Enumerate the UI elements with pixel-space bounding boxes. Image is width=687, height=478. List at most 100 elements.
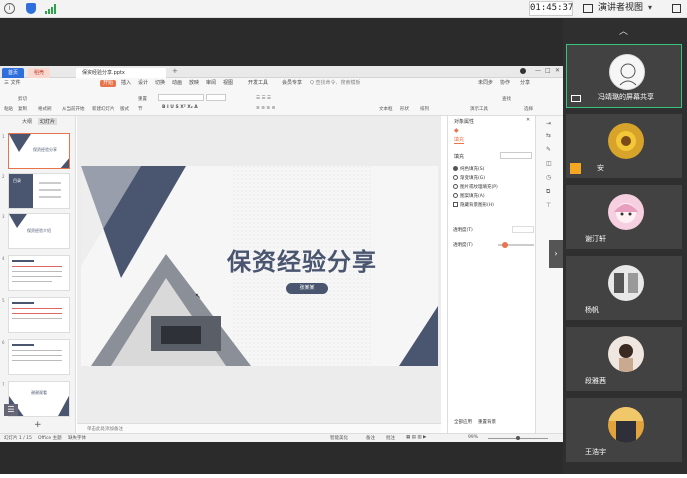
textbox-button[interactable]: 文本框 bbox=[379, 106, 393, 112]
reset-bg-button[interactable]: 重置背景 bbox=[478, 419, 496, 425]
collab-button[interactable]: 协作 bbox=[500, 80, 510, 87]
menu-review[interactable]: 审阅 bbox=[206, 80, 216, 87]
apply-all-button[interactable]: 全部应用 bbox=[454, 419, 472, 425]
shape-button[interactable]: 形状 bbox=[400, 106, 409, 112]
presenter-icon bbox=[583, 4, 593, 13]
slider-handle[interactable] bbox=[502, 242, 508, 248]
sync-status[interactable]: 未同步 bbox=[478, 80, 493, 87]
arrange-button[interactable]: 排列 bbox=[420, 106, 429, 112]
bold-button[interactable]: B I U S X² X₂ A bbox=[162, 105, 198, 110]
menu-view[interactable]: 视图 bbox=[223, 80, 233, 87]
slide-thumbnail[interactable]: 保资经验分享 bbox=[8, 133, 70, 169]
notes-bar[interactable]: 单击此处添加备注 bbox=[77, 423, 441, 433]
share-button[interactable]: 分享 bbox=[520, 80, 530, 87]
tab-document[interactable]: 保资经验分享.pptx bbox=[76, 68, 166, 78]
radio-gradient[interactable] bbox=[453, 175, 458, 180]
hide-bg-checkbox[interactable] bbox=[453, 202, 458, 207]
align-button[interactable]: ≡ ≡ ≡ ≡ bbox=[256, 106, 275, 111]
menu-design[interactable]: 设计 bbox=[138, 80, 148, 87]
add-tab-icon[interactable]: + bbox=[172, 67, 178, 75]
radio-solid[interactable] bbox=[453, 166, 458, 171]
slide-thumbnail[interactable]: 目录 bbox=[8, 173, 70, 209]
menu-icon[interactable]: ☰ bbox=[4, 404, 18, 416]
slide-title[interactable]: 保资经验分享 bbox=[227, 242, 377, 277]
participant-tile[interactable]: 冯靖璐的屏幕共享 bbox=[566, 44, 682, 108]
menu-insert[interactable]: 插入 bbox=[121, 80, 131, 87]
menu-home[interactable]: 开始 bbox=[100, 80, 117, 87]
view-buttons[interactable]: ▦ ▤ ▥ ▶ bbox=[406, 435, 427, 440]
notes-toggle[interactable]: 备注 bbox=[366, 435, 375, 441]
smart-beautify-button[interactable]: 智能美化 bbox=[330, 435, 348, 441]
filter-icon[interactable]: ⊤ bbox=[546, 202, 551, 209]
radio-picture[interactable] bbox=[453, 184, 458, 189]
chevron-down-icon[interactable]: ▾ bbox=[648, 3, 652, 12]
tab-fill[interactable]: 填充 bbox=[454, 136, 465, 144]
expand-panel-button[interactable]: › bbox=[549, 240, 563, 268]
bullets-button[interactable]: ☰ ☰ ☰ bbox=[256, 96, 271, 101]
current-slide[interactable]: 保资经验分享 张某某 bbox=[81, 166, 438, 366]
participant-tile[interactable]: 段雅茜 bbox=[566, 327, 682, 391]
comments-toggle[interactable]: 批注 bbox=[386, 435, 395, 441]
slide-thumbnail[interactable] bbox=[8, 255, 70, 291]
reset-button[interactable]: 重置 bbox=[138, 96, 147, 102]
paste-button[interactable]: 粘贴 bbox=[4, 106, 13, 112]
fill-section-header[interactable]: 填充 bbox=[454, 153, 464, 160]
participant-tile[interactable]: 杨帆 bbox=[566, 256, 682, 320]
properties-icon[interactable]: ⇆ bbox=[546, 132, 551, 139]
slide-subtitle[interactable]: 张某某 bbox=[286, 283, 328, 294]
tab-slides[interactable]: 幻灯片 bbox=[38, 118, 58, 125]
menu-developer[interactable]: 开发工具 bbox=[248, 80, 268, 87]
chevron-up-icon[interactable]: ︿ bbox=[619, 24, 628, 37]
participant-tile[interactable]: 安 bbox=[566, 114, 682, 178]
tab-home[interactable]: 首页 bbox=[2, 68, 25, 78]
menu-animation[interactable]: 动画 bbox=[172, 80, 182, 87]
search-commands[interactable]: Q 查找命令、搜索模板 bbox=[310, 80, 361, 87]
close-icon[interactable]: ✕ bbox=[526, 117, 530, 123]
new-slide-button[interactable]: 新建幻灯片 bbox=[92, 106, 115, 112]
missing-font[interactable]: 缺失字体 bbox=[68, 435, 86, 441]
fullscreen-icon[interactable] bbox=[672, 4, 681, 13]
slide-thumbnail[interactable] bbox=[8, 297, 70, 333]
layout-button[interactable]: 版式 bbox=[120, 106, 129, 112]
animation-icon[interactable]: ◫ bbox=[546, 160, 552, 167]
shield-icon[interactable] bbox=[26, 3, 36, 14]
tab-outline[interactable]: 大纲 bbox=[22, 118, 32, 125]
tab-docer[interactable]: 稻壳 bbox=[28, 68, 51, 78]
zoom-handle[interactable] bbox=[516, 436, 520, 440]
layers-icon[interactable]: ⧉ bbox=[546, 188, 550, 196]
cut-button[interactable]: 剪切 bbox=[18, 96, 27, 102]
copy-button[interactable]: 复制 bbox=[18, 106, 27, 112]
zoom-level[interactable]: 99% bbox=[468, 435, 478, 440]
fill-select[interactable] bbox=[500, 152, 532, 159]
info-icon[interactable]: i bbox=[4, 3, 15, 14]
fill-bucket-icon[interactable]: ◆ bbox=[454, 127, 459, 134]
close-icon[interactable]: ✕ bbox=[555, 67, 560, 74]
pen-icon[interactable]: ✎ bbox=[546, 146, 551, 153]
slide-thumbnail[interactable]: 保资经验介绍 bbox=[8, 213, 70, 249]
format-painter-button[interactable]: 格式刷 bbox=[38, 106, 52, 112]
collapse-icon[interactable]: ⇥ bbox=[546, 120, 551, 127]
presentation-tools-button[interactable]: 演示工具 bbox=[470, 106, 488, 112]
section-button[interactable]: 节 bbox=[138, 106, 143, 112]
clock-icon[interactable]: ◷ bbox=[546, 174, 551, 181]
participant-tile[interactable]: 谢汀轩 bbox=[566, 185, 682, 249]
play-from-current-button[interactable]: 从当前开始 bbox=[62, 106, 85, 112]
user-avatar-icon[interactable] bbox=[520, 68, 526, 74]
opacity-select[interactable] bbox=[512, 226, 534, 233]
presenter-view-button[interactable]: 演讲者视图 bbox=[598, 1, 643, 16]
minimize-icon[interactable]: — bbox=[535, 67, 541, 74]
menu-slideshow[interactable]: 放映 bbox=[189, 80, 199, 87]
add-slide-icon[interactable]: + bbox=[34, 420, 42, 430]
menu-file[interactable]: 三 文件 bbox=[4, 80, 21, 87]
slide-thumbnail[interactable] bbox=[8, 339, 70, 375]
select-button[interactable]: 选择 bbox=[524, 106, 533, 112]
notes-placeholder[interactable]: 单击此处添加备注 bbox=[87, 426, 123, 432]
find-button[interactable]: 查找 bbox=[502, 96, 511, 102]
maximize-icon[interactable]: □ bbox=[545, 67, 551, 74]
participant-tile[interactable]: 王浩宇 bbox=[566, 398, 682, 462]
font-size-select[interactable] bbox=[206, 94, 226, 101]
radio-pattern[interactable] bbox=[453, 193, 458, 198]
menu-member[interactable]: 会员专享 bbox=[282, 80, 302, 87]
font-family-select[interactable] bbox=[158, 94, 204, 101]
menu-transition[interactable]: 切换 bbox=[155, 80, 165, 87]
